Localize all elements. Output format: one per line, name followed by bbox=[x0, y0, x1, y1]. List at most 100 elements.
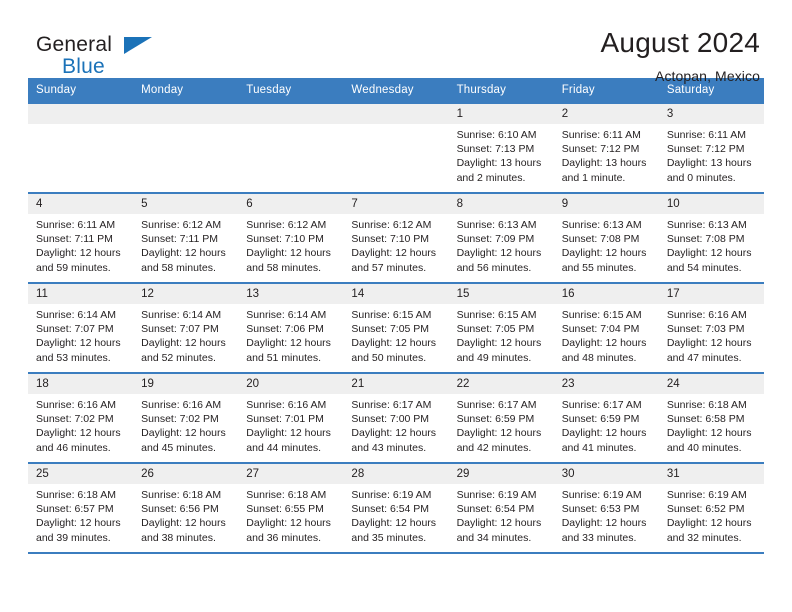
daylight-text-line2: and 54 minutes. bbox=[666, 261, 742, 274]
sunrise-text: Sunrise: 6:18 AM bbox=[141, 489, 222, 501]
sunset-text: Sunset: 7:08 PM bbox=[561, 233, 640, 246]
day-number: 15 bbox=[448, 284, 554, 304]
day-cell-inner bbox=[28, 104, 134, 192]
calendar-day-cell[interactable]: 8 Sunrise: 6:13 AM Sunset: 7:09 PM Daylight… bbox=[448, 192, 554, 283]
daylight-text-line2: and 51 minutes. bbox=[246, 351, 321, 364]
sunrise-text: Sunrise: 6:19 AM bbox=[351, 489, 432, 501]
day-cell-inner: 24 Sunrise: 6:18 AM Sunset: 6:58 PM Dayligh… bbox=[658, 374, 764, 462]
calendar-day-cell[interactable]: 17 Sunrise: 6:16 AM Sunset: 7:03 PM Dayligh… bbox=[658, 282, 764, 373]
daylight-text-line1: Daylight: 12 hours bbox=[456, 247, 542, 260]
daylight-text-line1: Daylight: 12 hours bbox=[666, 427, 752, 440]
daylight-text-line2: and 40 minutes. bbox=[666, 441, 742, 454]
daylight-text-line2: and 50 minutes. bbox=[351, 351, 427, 364]
day-number: 18 bbox=[28, 374, 134, 394]
calendar-day-cell[interactable]: 2 Sunrise: 6:11 AM Sunset: 7:12 PM Daylight… bbox=[553, 102, 659, 193]
day-number: 27 bbox=[238, 464, 344, 484]
calendar-day-cell[interactable]: 28 Sunrise: 6:19 AM Sunset: 6:54 PM Dayligh… bbox=[343, 462, 449, 554]
day-cell-inner bbox=[238, 104, 344, 192]
sunrise-text: Sunrise: 6:18 AM bbox=[246, 489, 327, 501]
calendar-day-cell[interactable]: 21 Sunrise: 6:17 AM Sunset: 7:00 PM Dayligh… bbox=[343, 372, 449, 463]
sunrise-text: Sunrise: 6:10 AM bbox=[456, 129, 537, 141]
calendar-day-cell[interactable]: 20 Sunrise: 6:16 AM Sunset: 7:01 PM Dayligh… bbox=[238, 372, 344, 463]
calendar-day-cell[interactable]: 11 Sunrise: 6:14 AM Sunset: 7:07 PM Dayligh… bbox=[28, 282, 134, 373]
calendar-day-cell[interactable]: 5 Sunrise: 6:12 AM Sunset: 7:11 PM Daylight… bbox=[133, 192, 239, 283]
daylight-text-line2: and 34 minutes. bbox=[456, 531, 532, 544]
calendar-day-cell[interactable]: 22 Sunrise: 6:17 AM Sunset: 6:59 PM Dayligh… bbox=[448, 372, 554, 463]
calendar-day-cell[interactable]: 19 Sunrise: 6:16 AM Sunset: 7:02 PM Dayligh… bbox=[133, 372, 239, 463]
day-sun-info: Sunrise: 6:11 AM Sunset: 7:12 PM Daylight:… bbox=[659, 124, 764, 185]
calendar-day-cell[interactable]: 30 Sunrise: 6:19 AM Sunset: 6:53 PM Dayligh… bbox=[553, 462, 659, 554]
day-number: 26 bbox=[133, 464, 239, 484]
sunset-text: Sunset: 7:04 PM bbox=[561, 323, 640, 336]
calendar-day-cell[interactable]: 23 Sunrise: 6:17 AM Sunset: 6:59 PM Dayligh… bbox=[553, 372, 659, 463]
day-number: 10 bbox=[658, 194, 764, 214]
calendar-day-cell[interactable]: 25 Sunrise: 6:18 AM Sunset: 6:57 PM Dayligh… bbox=[28, 462, 134, 554]
calendar-day-cell[interactable]: 13 Sunrise: 6:14 AM Sunset: 7:06 PM Dayligh… bbox=[238, 282, 344, 373]
weekday-header-wednesday: Wednesday bbox=[343, 78, 449, 103]
calendar-cell-empty bbox=[133, 102, 239, 193]
calendar-body: 1 Sunrise: 6:10 AM Sunset: 7:13 PM Daylight… bbox=[28, 102, 764, 554]
day-number: 2 bbox=[553, 104, 659, 124]
calendar-day-cell[interactable]: 15 Sunrise: 6:15 AM Sunset: 7:05 PM Dayligh… bbox=[448, 282, 554, 373]
day-cell-inner: 16 Sunrise: 6:15 AM Sunset: 7:04 PM Dayligh… bbox=[553, 284, 659, 372]
day-cell-inner: 1 Sunrise: 6:10 AM Sunset: 7:13 PM Daylight… bbox=[448, 104, 554, 192]
calendar-day-cell[interactable]: 29 Sunrise: 6:19 AM Sunset: 6:54 PM Dayligh… bbox=[448, 462, 554, 554]
calendar-day-cell[interactable]: 14 Sunrise: 6:15 AM Sunset: 7:05 PM Dayligh… bbox=[343, 282, 449, 373]
calendar-day-cell[interactable]: 31 Sunrise: 6:19 AM Sunset: 6:52 PM Dayligh… bbox=[658, 462, 764, 554]
calendar-day-cell[interactable]: 9 Sunrise: 6:13 AM Sunset: 7:08 PM Daylight… bbox=[553, 192, 659, 283]
sunset-text: Sunset: 7:12 PM bbox=[666, 143, 745, 156]
calendar-day-cell[interactable]: 24 Sunrise: 6:18 AM Sunset: 6:58 PM Dayligh… bbox=[658, 372, 764, 463]
calendar-day-cell[interactable]: 12 Sunrise: 6:14 AM Sunset: 7:07 PM Dayligh… bbox=[133, 282, 239, 373]
daylight-text-line2: and 52 minutes. bbox=[141, 351, 216, 364]
calendar-day-cell[interactable]: 16 Sunrise: 6:15 AM Sunset: 7:04 PM Dayligh… bbox=[553, 282, 659, 373]
calendar-day-cell[interactable]: 18 Sunrise: 6:16 AM Sunset: 7:02 PM Dayligh… bbox=[28, 372, 134, 463]
sunrise-text: Sunrise: 6:12 AM bbox=[351, 219, 432, 231]
calendar-day-cell[interactable]: 4 Sunrise: 6:11 AM Sunset: 7:11 PM Daylight… bbox=[28, 192, 134, 283]
day-number: 23 bbox=[553, 374, 659, 394]
weekday-header-tuesday: Tuesday bbox=[238, 78, 344, 103]
weekday-header-thursday: Thursday bbox=[448, 78, 554, 103]
sunrise-text: Sunrise: 6:15 AM bbox=[561, 309, 642, 321]
calendar-day-cell[interactable]: 27 Sunrise: 6:18 AM Sunset: 6:55 PM Dayligh… bbox=[238, 462, 344, 554]
sunset-text: Sunset: 6:57 PM bbox=[36, 503, 114, 516]
brand-logo[interactable]: General Blue bbox=[28, 28, 228, 77]
daylight-text-line1: Daylight: 12 hours bbox=[141, 427, 226, 440]
day-sun-info: Sunrise: 6:18 AM Sunset: 6:55 PM Daylight:… bbox=[238, 484, 343, 545]
day-cell-inner: 27 Sunrise: 6:18 AM Sunset: 6:55 PM Dayligh… bbox=[238, 464, 344, 552]
sunrise-text: Sunrise: 6:19 AM bbox=[456, 489, 537, 501]
calendar-day-cell[interactable]: 3 Sunrise: 6:11 AM Sunset: 7:12 PM Daylight… bbox=[658, 102, 764, 193]
calendar-day-cell[interactable]: 1 Sunrise: 6:10 AM Sunset: 7:13 PM Daylight… bbox=[448, 102, 554, 193]
day-cell-inner: 22 Sunrise: 6:17 AM Sunset: 6:59 PM Dayligh… bbox=[448, 374, 554, 462]
calendar-day-cell[interactable]: 7 Sunrise: 6:12 AM Sunset: 7:10 PM Daylight… bbox=[343, 192, 449, 283]
page-header: General Blue August 2024 Actopan, Mexico bbox=[28, 0, 764, 84]
sunrise-text: Sunrise: 6:11 AM bbox=[36, 219, 116, 231]
daylight-text-line2: and 35 minutes. bbox=[351, 531, 427, 544]
brand-name-blue: Blue bbox=[62, 55, 105, 78]
day-sun-info: Sunrise: 6:12 AM Sunset: 7:11 PM Daylight:… bbox=[133, 214, 238, 275]
day-sun-info: Sunrise: 6:14 AM Sunset: 7:07 PM Daylight:… bbox=[28, 304, 133, 365]
day-sun-info: Sunrise: 6:19 AM Sunset: 6:53 PM Daylight:… bbox=[554, 484, 659, 545]
sunrise-text: Sunrise: 6:11 AM bbox=[666, 129, 747, 141]
sunset-text: Sunset: 6:56 PM bbox=[141, 503, 219, 516]
calendar-day-cell[interactable]: 6 Sunrise: 6:12 AM Sunset: 7:10 PM Daylight… bbox=[238, 192, 344, 283]
day-number: 6 bbox=[238, 194, 344, 214]
daylight-text-line1: Daylight: 13 hours bbox=[561, 157, 647, 170]
day-cell-inner: 17 Sunrise: 6:16 AM Sunset: 7:03 PM Dayligh… bbox=[658, 284, 764, 372]
day-cell-inner: 21 Sunrise: 6:17 AM Sunset: 7:00 PM Dayligh… bbox=[343, 374, 449, 462]
sunset-text: Sunset: 6:54 PM bbox=[456, 503, 535, 516]
day-sun-info: Sunrise: 6:19 AM Sunset: 6:54 PM Daylight:… bbox=[449, 484, 554, 545]
day-number: 14 bbox=[343, 284, 449, 304]
daylight-text-line2: and 32 minutes. bbox=[666, 531, 742, 544]
calendar-day-cell[interactable]: 26 Sunrise: 6:18 AM Sunset: 6:56 PM Dayligh… bbox=[133, 462, 239, 554]
daylight-text-line1: Daylight: 12 hours bbox=[141, 517, 226, 530]
daylight-text-line2: and 0 minutes. bbox=[666, 171, 736, 184]
day-number: 25 bbox=[28, 464, 134, 484]
calendar-week-row: 18 Sunrise: 6:16 AM Sunset: 7:02 PM Dayligh… bbox=[28, 372, 764, 463]
calendar-day-cell[interactable]: 10 Sunrise: 6:13 AM Sunset: 7:08 PM Dayligh… bbox=[658, 192, 764, 283]
sunset-text: Sunset: 7:09 PM bbox=[456, 233, 535, 246]
sunrise-text: Sunrise: 6:13 AM bbox=[666, 219, 747, 231]
day-sun-info: Sunrise: 6:12 AM Sunset: 7:10 PM Daylight:… bbox=[238, 214, 343, 275]
day-number bbox=[133, 104, 239, 124]
daylight-text-line1: Daylight: 12 hours bbox=[36, 247, 121, 260]
sunset-text: Sunset: 7:00 PM bbox=[351, 413, 430, 426]
